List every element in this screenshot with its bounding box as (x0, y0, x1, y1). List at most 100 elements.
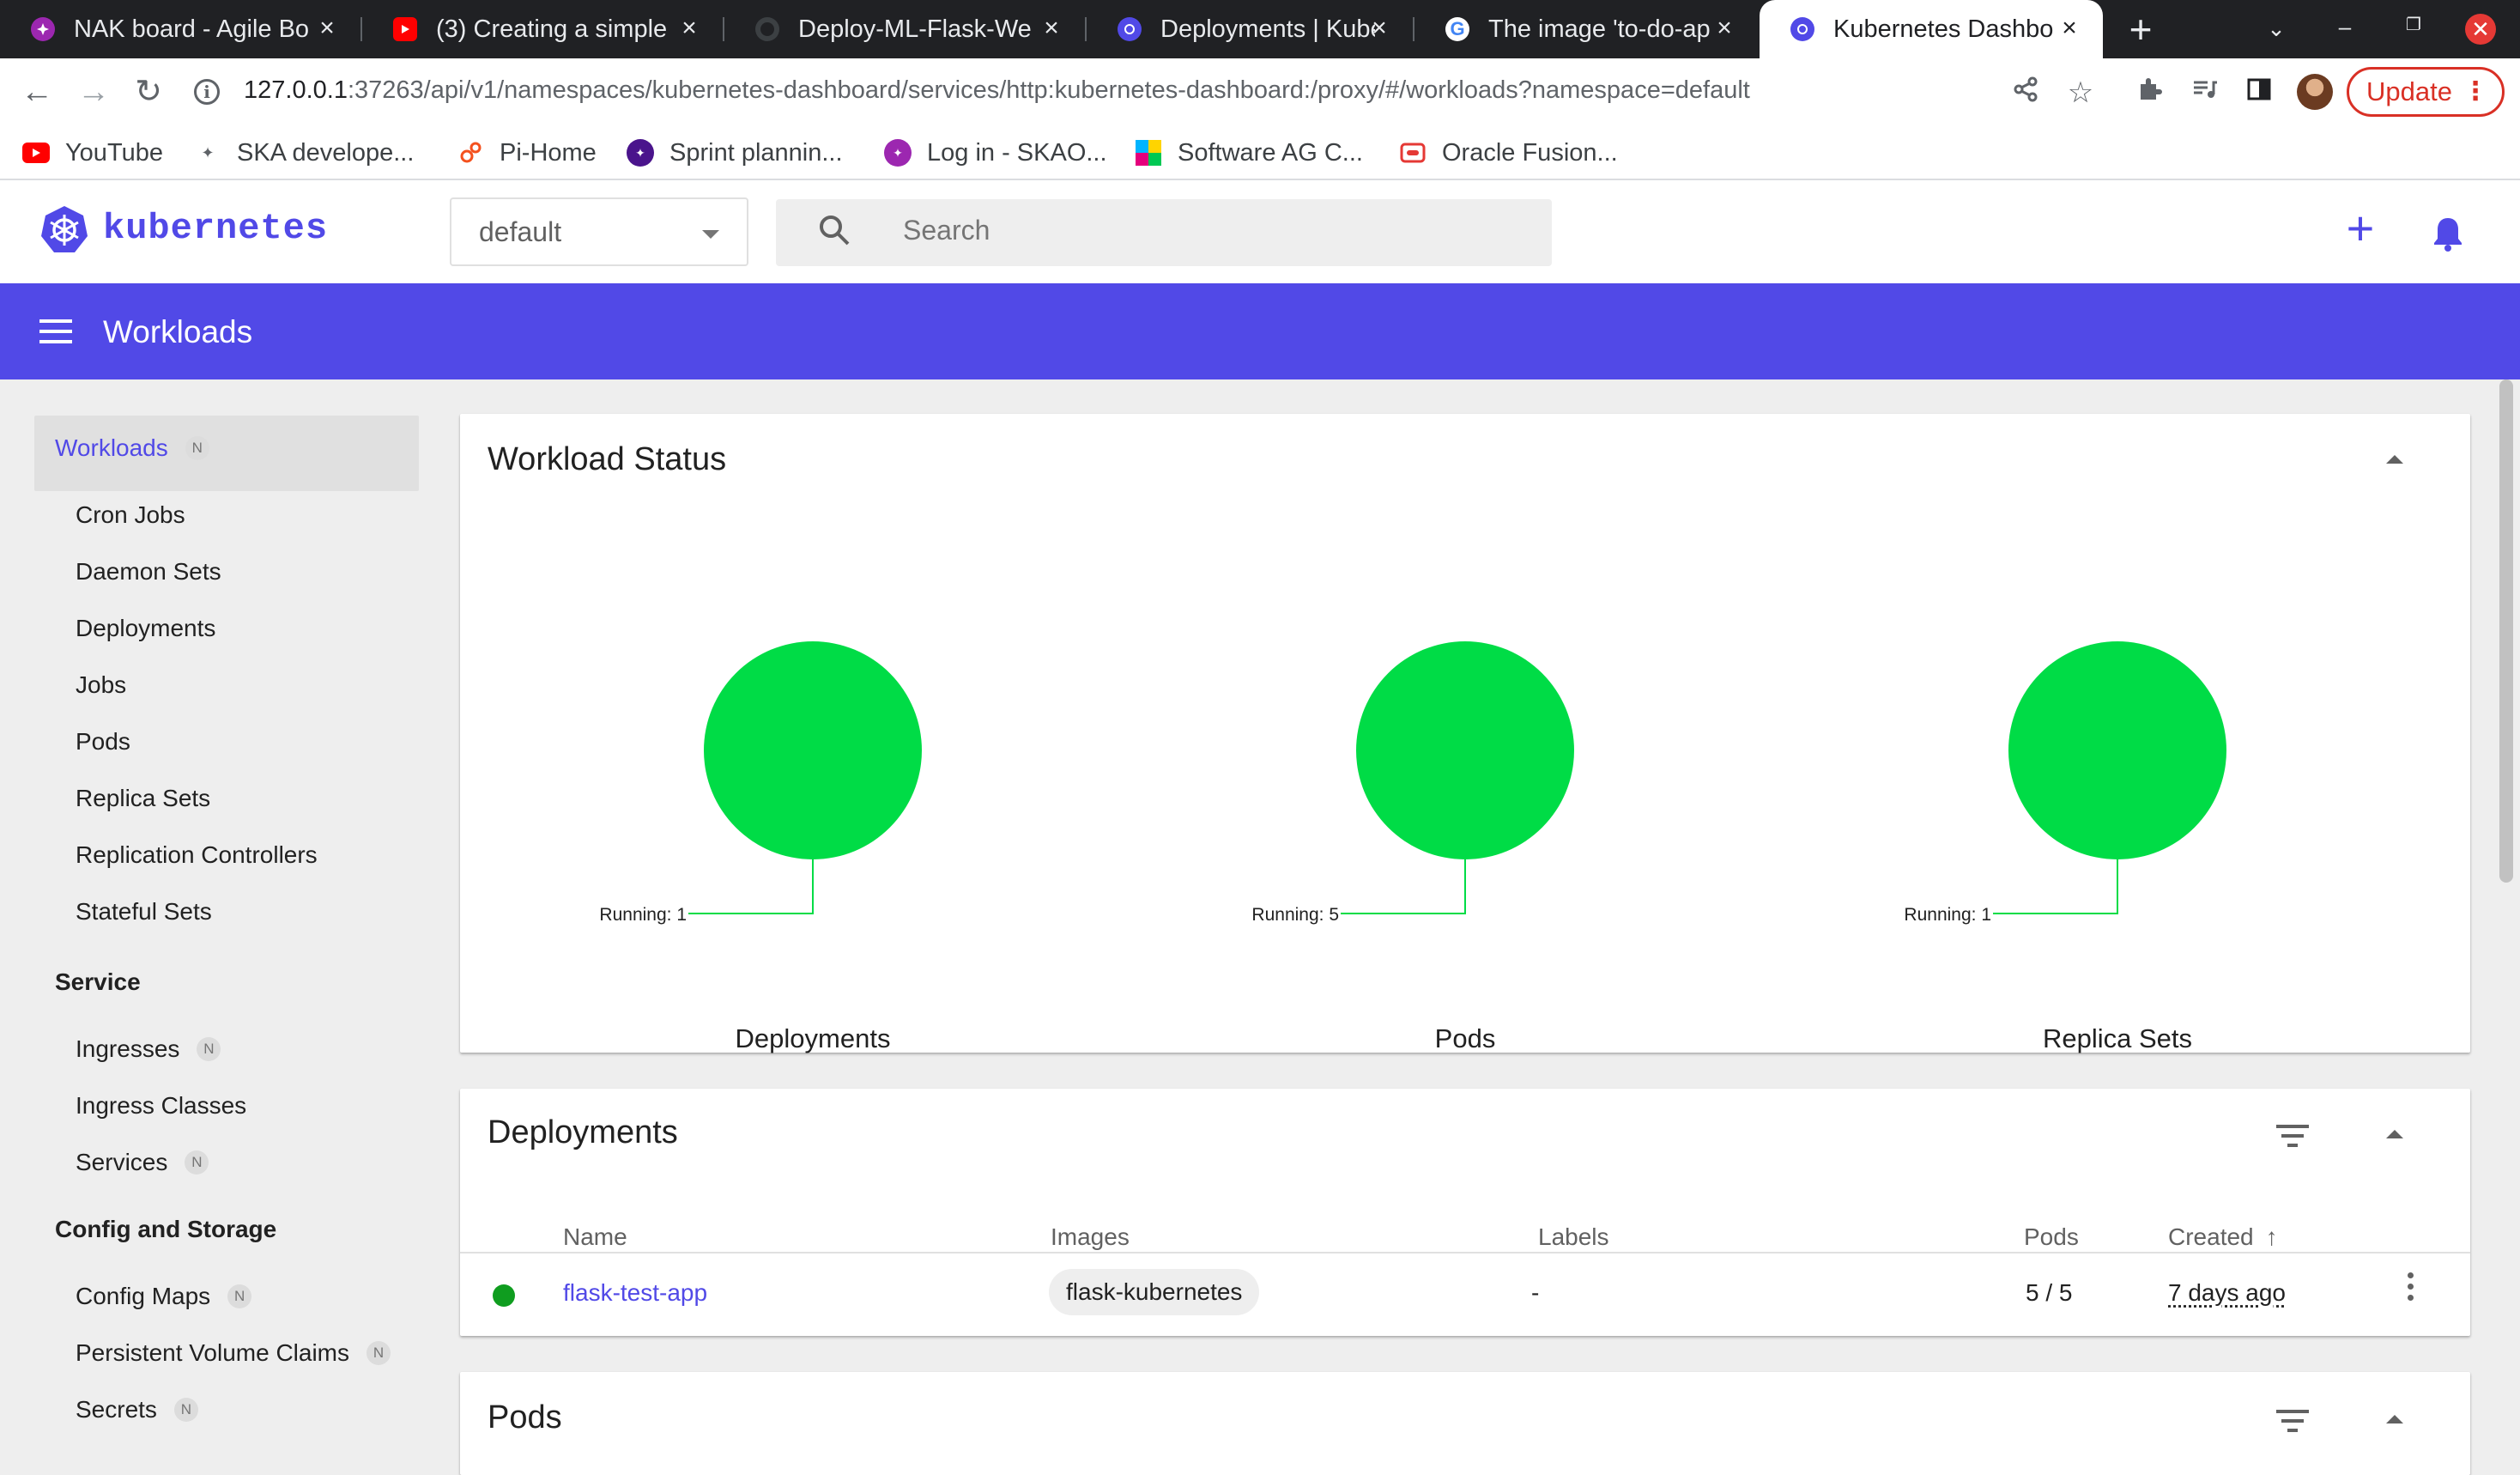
column-header-name[interactable]: Name (563, 1223, 627, 1251)
workload-status-deployments: Running: 1 Deployments (546, 549, 1147, 1065)
bookmark-star-icon[interactable]: ☆ (2063, 76, 2098, 110)
close-icon[interactable]: × (1711, 15, 1737, 41)
create-resource-plus-icon[interactable]: + (2338, 204, 2383, 252)
brand-name[interactable]: kubernetes (103, 208, 328, 249)
close-icon[interactable]: × (314, 15, 340, 41)
bookmark-sprint-planning[interactable]: ✦ Sprint plannin... (627, 125, 843, 180)
search-box (776, 199, 1552, 266)
bookmark-youtube[interactable]: YouTube (22, 125, 163, 180)
hamburger-menu-icon[interactable] (39, 319, 72, 343)
sort-arrow-up-icon[interactable]: ↑ (2266, 1223, 2278, 1251)
page-title: Workloads (103, 314, 253, 349)
close-icon[interactable]: × (2057, 15, 2082, 41)
sidebar-group-service[interactable]: Service (55, 968, 141, 996)
close-icon[interactable]: × (1039, 15, 1064, 41)
ska-icon: ✦ (201, 143, 215, 161)
softwareag-icon (1135, 139, 1162, 167)
bookmark-skao-login[interactable]: ✦ Log in - SKAO... (884, 125, 1107, 180)
restore-icon[interactable]: ❐ (2396, 14, 2431, 35)
sidebar-item-ingress-classes[interactable]: Ingress Classes (76, 1092, 246, 1120)
browser-tab-5[interactable]: G The image 'to-do-ap × (1414, 0, 1758, 58)
bookmark-software-ag[interactable]: Software AG C... (1135, 125, 1363, 180)
browser-tab-strip: NAK board - Agile Bo × (3) Creating a si… (0, 0, 2520, 58)
pods-card: Pods (460, 1372, 2470, 1475)
column-header-labels: Labels (1538, 1223, 1609, 1250)
collapse-icon[interactable] (2386, 1130, 2403, 1138)
oracle-icon (1399, 139, 1427, 167)
page-toolbar: Workloads (0, 283, 2520, 379)
kubernetes-icon (1790, 17, 1814, 41)
sidebar-item-pods[interactable]: Pods (76, 728, 130, 756)
page-scrollbar[interactable] (2499, 379, 2513, 883)
profile-avatar[interactable] (2297, 74, 2333, 110)
sidebar-item-ingresses[interactable]: Ingresses N (76, 1035, 221, 1063)
sidebar-item-daemon-sets[interactable]: Daemon Sets (76, 558, 221, 586)
filter-icon[interactable] (2276, 1125, 2309, 1149)
running-label: Running: 1 (599, 905, 687, 925)
browser-tab-1[interactable]: NAK board - Agile Bo × (0, 0, 360, 58)
browser-tab-3[interactable]: Deploy-ML-Flask-We × (724, 0, 1085, 58)
column-header-created[interactable]: Created ↑ (2168, 1223, 2278, 1251)
back-icon[interactable]: ← (19, 74, 55, 110)
new-tab-button[interactable]: + (2123, 9, 2158, 49)
collapse-icon[interactable] (2386, 455, 2403, 464)
filter-icon[interactable] (2276, 1410, 2309, 1434)
reload-icon[interactable]: ↻ (130, 74, 167, 110)
url-text[interactable]: 127.0.0.1:37263/api/v1/namespaces/kubern… (244, 76, 1750, 105)
bookmark-ska[interactable]: ✦ SKA develope... (194, 125, 414, 180)
sidebar-item-replication-controllers[interactable]: Replication Controllers (76, 841, 318, 869)
running-slice[interactable] (704, 641, 922, 859)
more-actions-icon[interactable] (2402, 1272, 2419, 1307)
sidebar-item-config-maps[interactable]: Config Maps N (76, 1283, 252, 1310)
leader-line (1993, 859, 2118, 914)
deployment-name-link[interactable]: flask-test-app (563, 1279, 707, 1307)
close-icon[interactable]: × (1366, 15, 1392, 41)
running-slice[interactable] (1356, 641, 1574, 859)
sidebar-item-persistent-volume-claims[interactable]: Persistent Volume Claims N (76, 1339, 391, 1367)
sidebar-item-services[interactable]: Services N (76, 1149, 209, 1176)
sidebar-item-replica-sets[interactable]: Replica Sets (76, 785, 210, 812)
forward-icon[interactable]: → (76, 74, 112, 110)
workload-status-label: Deployments (735, 1023, 891, 1053)
share-icon[interactable] (2008, 76, 2043, 110)
sidebar-item-label: Cron Jobs (76, 501, 185, 528)
sidebar-item-label: Secrets (76, 1396, 157, 1423)
sidebar-item-label: Pods (76, 728, 130, 755)
search-input[interactable] (903, 215, 1504, 246)
bookmark-label: YouTube (65, 138, 163, 167)
running-slice[interactable] (2008, 641, 2226, 859)
created-value[interactable]: 7 days ago (2168, 1279, 2286, 1307)
sidebar-item-secrets[interactable]: Secrets N (76, 1396, 198, 1423)
sidebar-item-label: Replica Sets (76, 785, 211, 811)
address-bar[interactable]: i 127.0.0.1:37263/api/v1/namespaces/kube… (184, 65, 2089, 118)
bookmark-pi-home[interactable]: Pi-Home (457, 125, 597, 180)
browser-tab-active[interactable]: Kubernetes Dashbo × (1760, 0, 2103, 58)
sidebar-item-jobs[interactable]: Jobs (76, 671, 126, 699)
sidebar-item-workloads[interactable]: Workloads N (55, 434, 209, 462)
collapse-icon[interactable] (2386, 1415, 2403, 1423)
window-close-icon[interactable]: ✕ (2465, 14, 2496, 45)
close-icon[interactable]: × (676, 15, 702, 41)
sidebar-item-deployments[interactable]: Deployments (76, 615, 215, 642)
minimize-icon[interactable]: – (2328, 14, 2362, 40)
bookmarks-bar: YouTube ✦ SKA develope... Pi-Home ✦ Spri… (0, 125, 2520, 180)
sidebar-item-label: Replication Controllers (76, 841, 318, 868)
namespace-select[interactable]: default (450, 197, 748, 266)
site-info-icon[interactable]: i (194, 79, 220, 105)
namespaced-badge: N (185, 1150, 209, 1175)
side-panel-icon[interactable] (2242, 76, 2276, 110)
tab-search-icon[interactable]: ⌄ (2259, 15, 2293, 42)
deployments-card: Deployments Name Images Labels Pods Crea… (460, 1089, 2470, 1336)
media-control-icon[interactable] (2187, 76, 2221, 110)
sidebar-item-stateful-sets[interactable]: Stateful Sets (76, 898, 212, 926)
sidebar-group-config-storage[interactable]: Config and Storage (55, 1216, 276, 1243)
extensions-icon[interactable] (2132, 76, 2166, 110)
status-donut: Running: 1 (599, 641, 922, 925)
sidebar-item-cron-jobs[interactable]: Cron Jobs (76, 501, 185, 529)
update-button[interactable]: Update ⋮ (2347, 67, 2505, 117)
kubernetes-logo-icon[interactable] (39, 204, 89, 254)
browser-tab-2[interactable]: (3) Creating a simple × (362, 0, 723, 58)
browser-tab-4[interactable]: Deployments | Kube × (1087, 0, 1413, 58)
bookmark-oracle-fusion[interactable]: Oracle Fusion... (1399, 125, 1618, 180)
notifications-bell-icon[interactable] (2427, 213, 2469, 254)
